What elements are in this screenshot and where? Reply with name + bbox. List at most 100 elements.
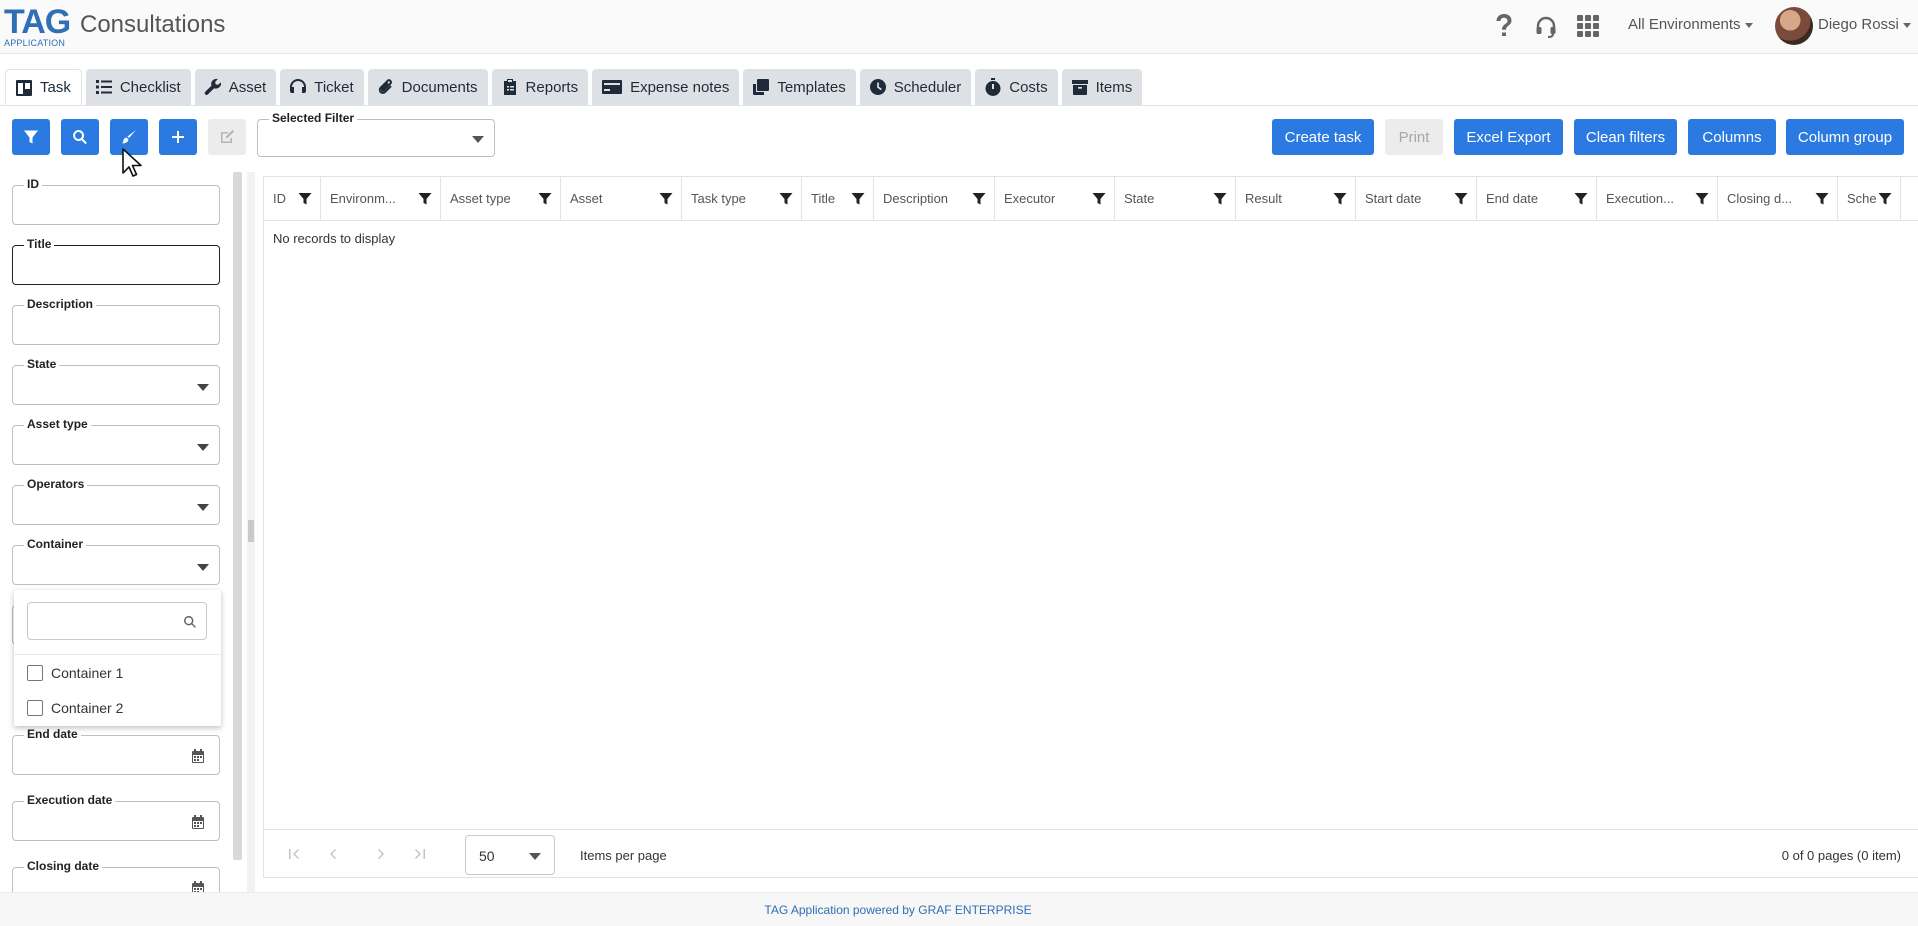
help-icon[interactable]: [1490, 12, 1518, 40]
tab-expense-notes[interactable]: Expense notes: [592, 69, 740, 105]
last-page-icon[interactable]: [413, 847, 427, 861]
tab-items[interactable]: Items: [1061, 69, 1143, 105]
apps-grid-icon[interactable]: [1574, 12, 1602, 40]
page-size-select[interactable]: 50: [465, 835, 555, 875]
container-select[interactable]: Container: [12, 537, 220, 585]
tab-label: Expense notes: [630, 78, 730, 96]
tab-scheduler[interactable]: Scheduler: [859, 69, 972, 105]
credit-card-icon: [602, 80, 623, 94]
column-header-description[interactable]: Description: [874, 177, 995, 221]
tab-label: Costs: [1009, 78, 1048, 96]
tab-label: Documents: [401, 78, 478, 96]
column-header-task-type[interactable]: Task type: [682, 177, 802, 221]
tab-ticket[interactable]: Ticket: [280, 69, 364, 105]
container-option[interactable]: Container 2: [27, 696, 123, 720]
column-header-start-date[interactable]: Start date: [1356, 177, 1477, 221]
columns-button[interactable]: Columns: [1688, 119, 1776, 155]
column-header-closing-date[interactable]: Closing d...: [1718, 177, 1838, 221]
tab-asset[interactable]: Asset: [194, 69, 277, 105]
column-header-asset[interactable]: Asset: [561, 177, 682, 221]
filter-icon[interactable]: [972, 192, 986, 206]
id-field[interactable]: ID: [12, 177, 220, 225]
filter-icon[interactable]: [1574, 192, 1588, 206]
previous-page-icon[interactable]: [326, 847, 340, 861]
filter-icon[interactable]: [1333, 192, 1347, 206]
calendar-icon[interactable]: [191, 881, 205, 892]
checkbox[interactable]: [27, 665, 43, 681]
column-header-result[interactable]: Result: [1236, 177, 1356, 221]
tab-reports[interactable]: Reports: [491, 69, 589, 105]
column-header-state[interactable]: State: [1115, 177, 1236, 221]
column-label: Environm...: [330, 191, 396, 206]
filter-icon[interactable]: [851, 192, 865, 206]
filter-icon[interactable]: [298, 192, 312, 206]
add-button[interactable]: [159, 119, 197, 155]
column-header-execution-date[interactable]: Execution...: [1597, 177, 1718, 221]
selected-filter-select[interactable]: Selected Filter: [257, 111, 495, 157]
next-page-icon[interactable]: [374, 847, 388, 861]
tab-templates[interactable]: Templates: [743, 69, 856, 105]
items-per-page-label: Items per page: [580, 848, 667, 863]
environment-dropdown[interactable]: All Environments: [1628, 16, 1753, 33]
headset-icon[interactable]: [1532, 12, 1560, 40]
footer-credit[interactable]: TAG Application powered by GRAF ENTERPRI…: [764, 903, 1031, 917]
filter-icon[interactable]: [1454, 192, 1468, 206]
execution-date-field[interactable]: Execution date: [12, 793, 220, 841]
filter-icon[interactable]: [659, 192, 673, 206]
column-group-button[interactable]: Column group: [1786, 119, 1904, 155]
stopwatch-icon: [985, 78, 1001, 96]
column-label: Executor: [1004, 191, 1056, 206]
filter-icon[interactable]: [779, 192, 793, 206]
closing-date-field[interactable]: Closing date: [12, 859, 220, 892]
clean-filters-button[interactable]: Clean filters: [1574, 119, 1677, 155]
filter-panel-scrollbar[interactable]: [233, 172, 242, 860]
calendar-icon[interactable]: [191, 749, 205, 763]
filter-icon[interactable]: [1878, 192, 1892, 206]
search-button[interactable]: [61, 119, 99, 155]
field-label: Closing date: [24, 859, 103, 873]
tab-costs[interactable]: Costs: [975, 69, 1058, 105]
column-label: ID: [273, 191, 286, 206]
user-menu[interactable]: Diego Rossi: [1818, 16, 1911, 33]
print-button[interactable]: Print: [1385, 119, 1443, 155]
filter-icon[interactable]: [538, 192, 552, 206]
state-select[interactable]: State: [12, 357, 220, 405]
splitter-handle[interactable]: [248, 520, 254, 542]
calendar-icon[interactable]: [191, 815, 205, 829]
description-field[interactable]: Description: [12, 297, 220, 345]
tab-checklist[interactable]: Checklist: [85, 69, 191, 105]
filter-icon[interactable]: [418, 192, 432, 206]
panel-splitter[interactable]: [247, 172, 255, 892]
asset-type-select[interactable]: Asset type: [12, 417, 220, 465]
container-search-input[interactable]: [27, 602, 207, 640]
column-header-asset-type[interactable]: Asset type: [441, 177, 561, 221]
filter-icon[interactable]: [1695, 192, 1709, 206]
tab-documents[interactable]: Documents: [367, 69, 488, 105]
avatar[interactable]: [1775, 7, 1813, 45]
excel-export-button[interactable]: Excel Export: [1454, 119, 1563, 155]
tab-label: Ticket: [314, 78, 354, 96]
logo-subtext: APPLICATION: [4, 38, 66, 48]
column-header-scheduler[interactable]: Sche: [1838, 177, 1901, 221]
title-field[interactable]: Title: [12, 237, 220, 285]
column-header-environment[interactable]: Environm...: [321, 177, 441, 221]
filter-icon[interactable]: [1092, 192, 1106, 206]
tab-task[interactable]: Task: [5, 69, 82, 105]
toggle-filters-button[interactable]: [12, 119, 50, 155]
column-label: Result: [1245, 191, 1282, 206]
create-task-button[interactable]: Create task: [1272, 119, 1374, 155]
checkbox[interactable]: [27, 700, 43, 716]
column-header-executor[interactable]: Executor: [995, 177, 1115, 221]
field-label: Asset type: [24, 417, 91, 431]
end-date-field[interactable]: End date: [12, 727, 220, 775]
filter-icon[interactable]: [1815, 192, 1829, 206]
container-option[interactable]: Container 1: [27, 661, 123, 685]
app-logo[interactable]: TAG APPLICATION: [4, 5, 71, 48]
column-header-end-date[interactable]: End date: [1477, 177, 1597, 221]
column-header-title[interactable]: Title: [802, 177, 874, 221]
operators-select[interactable]: Operators: [12, 477, 220, 525]
edit-button[interactable]: [208, 119, 246, 155]
column-header-id[interactable]: ID: [264, 177, 321, 221]
filter-icon[interactable]: [1213, 192, 1227, 206]
first-page-icon[interactable]: [287, 847, 301, 861]
